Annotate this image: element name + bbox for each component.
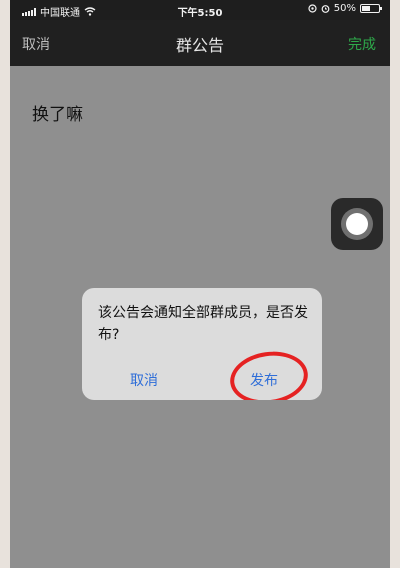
assistive-touch-icon	[346, 213, 368, 235]
navigation-bar: 取消 群公告 完成	[10, 20, 390, 66]
status-bar: 中国联通 下午5:50 50%	[10, 0, 390, 20]
dialog-cancel-button[interactable]: 取消	[130, 370, 158, 390]
alarm-icon	[321, 5, 330, 13]
dialog-message: 该公告会通知全部群成员，是否发布?	[98, 305, 308, 343]
status-right: 50%	[308, 3, 382, 14]
confirm-dialog: 该公告会通知全部群成员，是否发布? 取消 发布	[82, 288, 322, 400]
assistive-touch-button[interactable]	[331, 198, 383, 250]
battery-icon	[360, 4, 382, 13]
battery-percent: 50%	[333, 3, 356, 14]
phone-screen: 中国联通 下午5:50 50% 取消 群公告 完成 换了嘛 该公告会通知全部群成…	[10, 0, 390, 568]
page-title: 群公告	[175, 36, 224, 55]
nav-done-button[interactable]: 完成	[348, 34, 376, 54]
announcement-text[interactable]: 换了嘛	[32, 100, 83, 125]
location-icon	[308, 4, 317, 13]
dialog-publish-button[interactable]: 发布	[250, 370, 278, 390]
